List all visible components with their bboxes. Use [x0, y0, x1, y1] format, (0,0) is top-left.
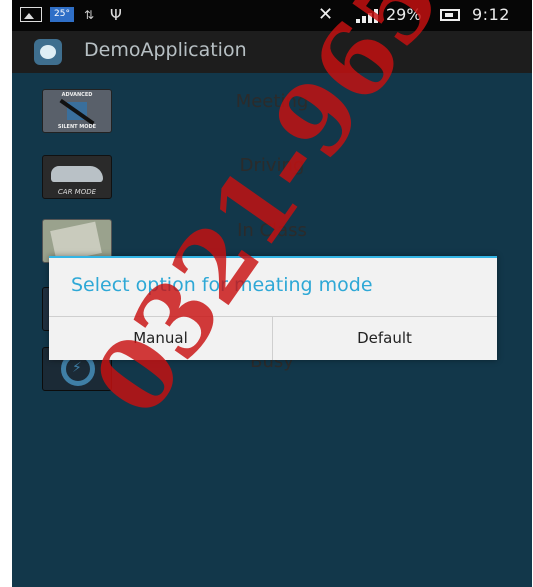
car-mode-icon: CAR MODE	[42, 155, 112, 199]
app-icon[interactable]	[34, 39, 62, 65]
list-item-label: In Class	[237, 220, 307, 241]
action-bar: DemoApplication	[12, 31, 532, 73]
gallery-icon	[20, 7, 42, 22]
list-item-label: Driving	[239, 155, 305, 176]
dialog-title: Select option for meating mode	[71, 274, 373, 296]
usb-icon: Ψ	[110, 6, 122, 24]
battery-percent: 29%	[386, 5, 422, 24]
manual-button[interactable]: Manual	[49, 317, 272, 360]
status-bar: 25° ⇅ Ψ ✕ 29% 9:12	[12, 0, 532, 31]
battery-icon	[440, 9, 460, 21]
silent-mode-icon: ADVANCED SILENT MODE	[42, 89, 112, 133]
temperature-icon: 25°	[50, 7, 74, 22]
mode-option-dialog: Select option for meating mode Manual De…	[49, 256, 497, 360]
signal-small-icon: ⇅	[84, 8, 95, 22]
list-item-driving[interactable]: CAR MODE Driving	[12, 153, 532, 211]
list-item-label: Meeting	[235, 91, 309, 112]
app-title: DemoApplication	[84, 39, 247, 61]
list-item-meeting[interactable]: ADVANCED SILENT MODE Meeting	[12, 87, 532, 145]
dialog-accent-line	[49, 256, 497, 258]
phone-screen: 25° ⇅ Ψ ✕ 29% 9:12 DemoApplication ADVAN…	[12, 0, 532, 587]
mute-icon: ✕	[318, 4, 334, 25]
signal-bars-icon	[356, 9, 380, 23]
clock: 9:12	[472, 5, 510, 24]
default-button[interactable]: Default	[273, 317, 496, 360]
